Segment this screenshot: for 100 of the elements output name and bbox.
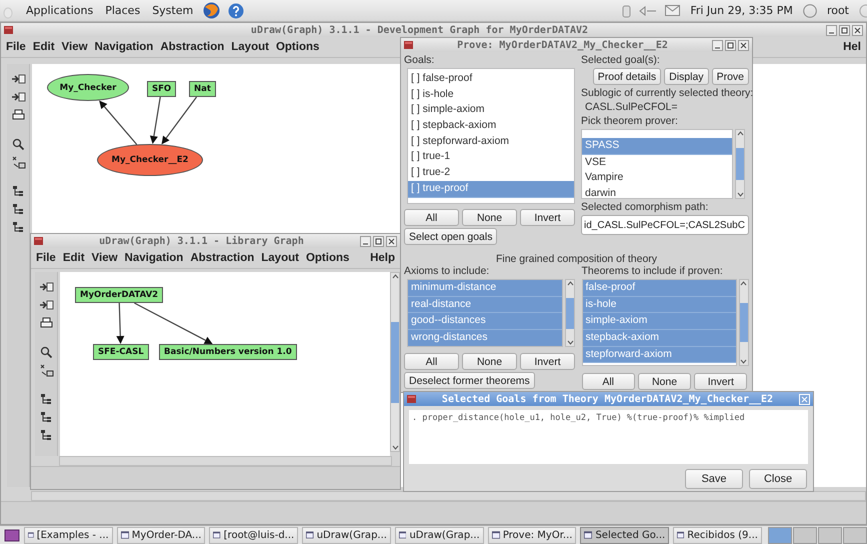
menu-item[interactable]: Abstraction: [160, 41, 224, 53]
button[interactable]: Select open goals: [404, 228, 498, 245]
menu-item[interactable]: Options: [306, 252, 350, 264]
button[interactable]: Invert: [694, 373, 748, 390]
graph-node[interactable]: MyOrderDATAV2: [75, 287, 164, 303]
browser-globe-icon[interactable]: [203, 2, 220, 19]
list-item[interactable]: darwin: [582, 186, 732, 198]
layout-icon[interactable]: [10, 155, 26, 170]
menu-item[interactable]: File: [6, 41, 26, 53]
list-item[interactable]: [ ] stepforward-axiom: [408, 134, 574, 150]
goals-text-area[interactable]: . proper_distance(hole_u1, hole_u2, True) %(true-proof)% %implied: [409, 410, 808, 464]
scroll-down-icon[interactable]: [392, 445, 398, 451]
vertical-scrollbar[interactable]: [565, 279, 575, 347]
list-item[interactable]: VSE: [582, 154, 732, 170]
workspace-switcher[interactable]: [768, 526, 867, 544]
graph-node-ellipse[interactable]: My_Checker__E2: [97, 144, 203, 176]
tree-icon[interactable]: [10, 202, 26, 217]
user-icon[interactable]: [802, 4, 817, 18]
list-item[interactable]: [ ] true-1: [408, 149, 574, 166]
button[interactable]: Display: [664, 68, 709, 85]
button[interactable]: None: [462, 353, 517, 370]
scroll-up-icon[interactable]: [392, 273, 398, 279]
button[interactable]: Prove: [712, 68, 749, 85]
button[interactable]: None: [638, 373, 692, 390]
list-item[interactable]: [ ] true-2: [408, 165, 574, 181]
layout-icon[interactable]: [38, 363, 54, 378]
scrollbar-thumb[interactable]: [391, 322, 399, 402]
clock[interactable]: Fri Jun 29, 3:35 PM: [688, 4, 795, 17]
button[interactable]: None: [462, 209, 517, 226]
close-icon[interactable]: [738, 40, 749, 50]
button[interactable]: Proof details: [592, 68, 662, 85]
button[interactable]: All: [582, 373, 635, 390]
tree-icon[interactable]: [10, 220, 26, 235]
scroll-up-icon[interactable]: [566, 280, 574, 286]
menu-item[interactable]: Options: [276, 41, 320, 53]
graph-node-ellipse[interactable]: My_Checker: [47, 74, 129, 101]
title-bar[interactable]: uDraw(Graph) 3.1.1 - Library Graph: [31, 234, 400, 248]
taskbar-item[interactable]: [Examples - ...: [24, 526, 113, 544]
user-name[interactable]: root: [824, 4, 851, 17]
graph-node[interactable]: SFO: [147, 81, 176, 97]
menu-item[interactable]: Layout: [231, 41, 269, 53]
button[interactable]: Invert: [520, 353, 575, 370]
graph-node[interactable]: Nat: [189, 81, 216, 97]
panel-menu[interactable]: Applications: [24, 4, 96, 17]
scroll-up-icon[interactable]: [740, 280, 747, 286]
list-item[interactable]: Vampire: [582, 170, 732, 186]
maximize-icon[interactable]: [725, 40, 736, 50]
button[interactable]: All: [404, 353, 459, 370]
close-icon[interactable]: [386, 236, 397, 246]
tree-icon[interactable]: [38, 392, 54, 407]
taskbar-item[interactable]: Recibidos (9...: [673, 526, 762, 544]
tree-icon[interactable]: [38, 410, 54, 425]
minimize-icon[interactable]: [712, 40, 723, 50]
minimize-icon[interactable]: [826, 24, 837, 36]
menu-item[interactable]: Navigation: [94, 41, 154, 53]
taskbar-item[interactable]: uDraw(Grap...: [394, 526, 484, 544]
menu-item[interactable]: Layout: [261, 252, 299, 264]
taskbar-item[interactable]: Prove: MyOr...: [488, 526, 576, 544]
button[interactable]: Invert: [520, 209, 575, 226]
close-icon[interactable]: [852, 24, 863, 36]
comorphism-dropdown[interactable]: id_CASL.SulPeCFOL=;CASL2SubC: [581, 215, 749, 235]
horizontal-scrollbar[interactable]: [59, 456, 392, 466]
menu-item[interactable]: View: [62, 41, 88, 53]
title-bar[interactable]: Prove: MyOrderDATAV2_My_Checker__E2: [401, 38, 752, 52]
menu-item[interactable]: Edit: [32, 41, 55, 53]
show-desktop-icon[interactable]: [4, 528, 20, 542]
scroll-down-icon[interactable]: [736, 192, 744, 198]
menu-item[interactable]: Edit: [62, 252, 85, 264]
scroll-up-icon[interactable]: [736, 130, 744, 136]
menu-item[interactable]: Help: [370, 252, 395, 264]
taskbar-item[interactable]: [root@luis-d...: [209, 526, 298, 544]
tree-icon[interactable]: [10, 184, 26, 199]
list-item[interactable]: [ ] false-proof: [408, 71, 574, 87]
graph-node[interactable]: SFE-CASL: [93, 344, 149, 360]
panel-menu[interactable]: System: [150, 4, 196, 17]
menu-item[interactable]: Hel: [843, 41, 861, 53]
vertical-scrollbar[interactable]: [738, 279, 748, 366]
panel-menu[interactable]: Places: [103, 4, 142, 17]
scroll-down-icon[interactable]: [740, 359, 747, 365]
graph-node[interactable]: Basic/Numbers version 1.0: [159, 344, 297, 360]
scrollbar-thumb[interactable]: [736, 148, 744, 180]
maximize-icon[interactable]: [839, 24, 850, 36]
list-item[interactable]: [ ] is-hole: [408, 86, 574, 102]
scrollbar-thumb[interactable]: [566, 298, 574, 328]
taskbar-item[interactable]: MyOrder-DA...: [116, 526, 206, 544]
taskbar-item[interactable]: Selected Go...: [580, 526, 670, 544]
taskbar-item[interactable]: uDraw(Grap...: [302, 526, 391, 544]
menu-item[interactable]: File: [36, 252, 56, 264]
button[interactable]: All: [404, 209, 459, 226]
menu-item[interactable]: Abstraction: [190, 252, 254, 264]
maximize-icon[interactable]: [372, 236, 384, 246]
menu-item[interactable]: Navigation: [124, 252, 184, 264]
list-item[interactable]: [ ] simple-axiom: [408, 102, 574, 118]
mail-icon[interactable]: [665, 5, 680, 16]
button[interactable]: Close: [749, 469, 807, 489]
list-item[interactable]: [ ] stepback-axiom: [408, 118, 574, 134]
title-bar[interactable]: uDraw(Graph) 3.1.1 - Development Graph for MyOrderDATAV2: [1, 23, 866, 37]
button[interactable]: Deselect former theorems: [404, 372, 535, 389]
vertical-scrollbar[interactable]: [390, 272, 400, 452]
horizontal-scrollbar[interactable]: [31, 491, 866, 501]
